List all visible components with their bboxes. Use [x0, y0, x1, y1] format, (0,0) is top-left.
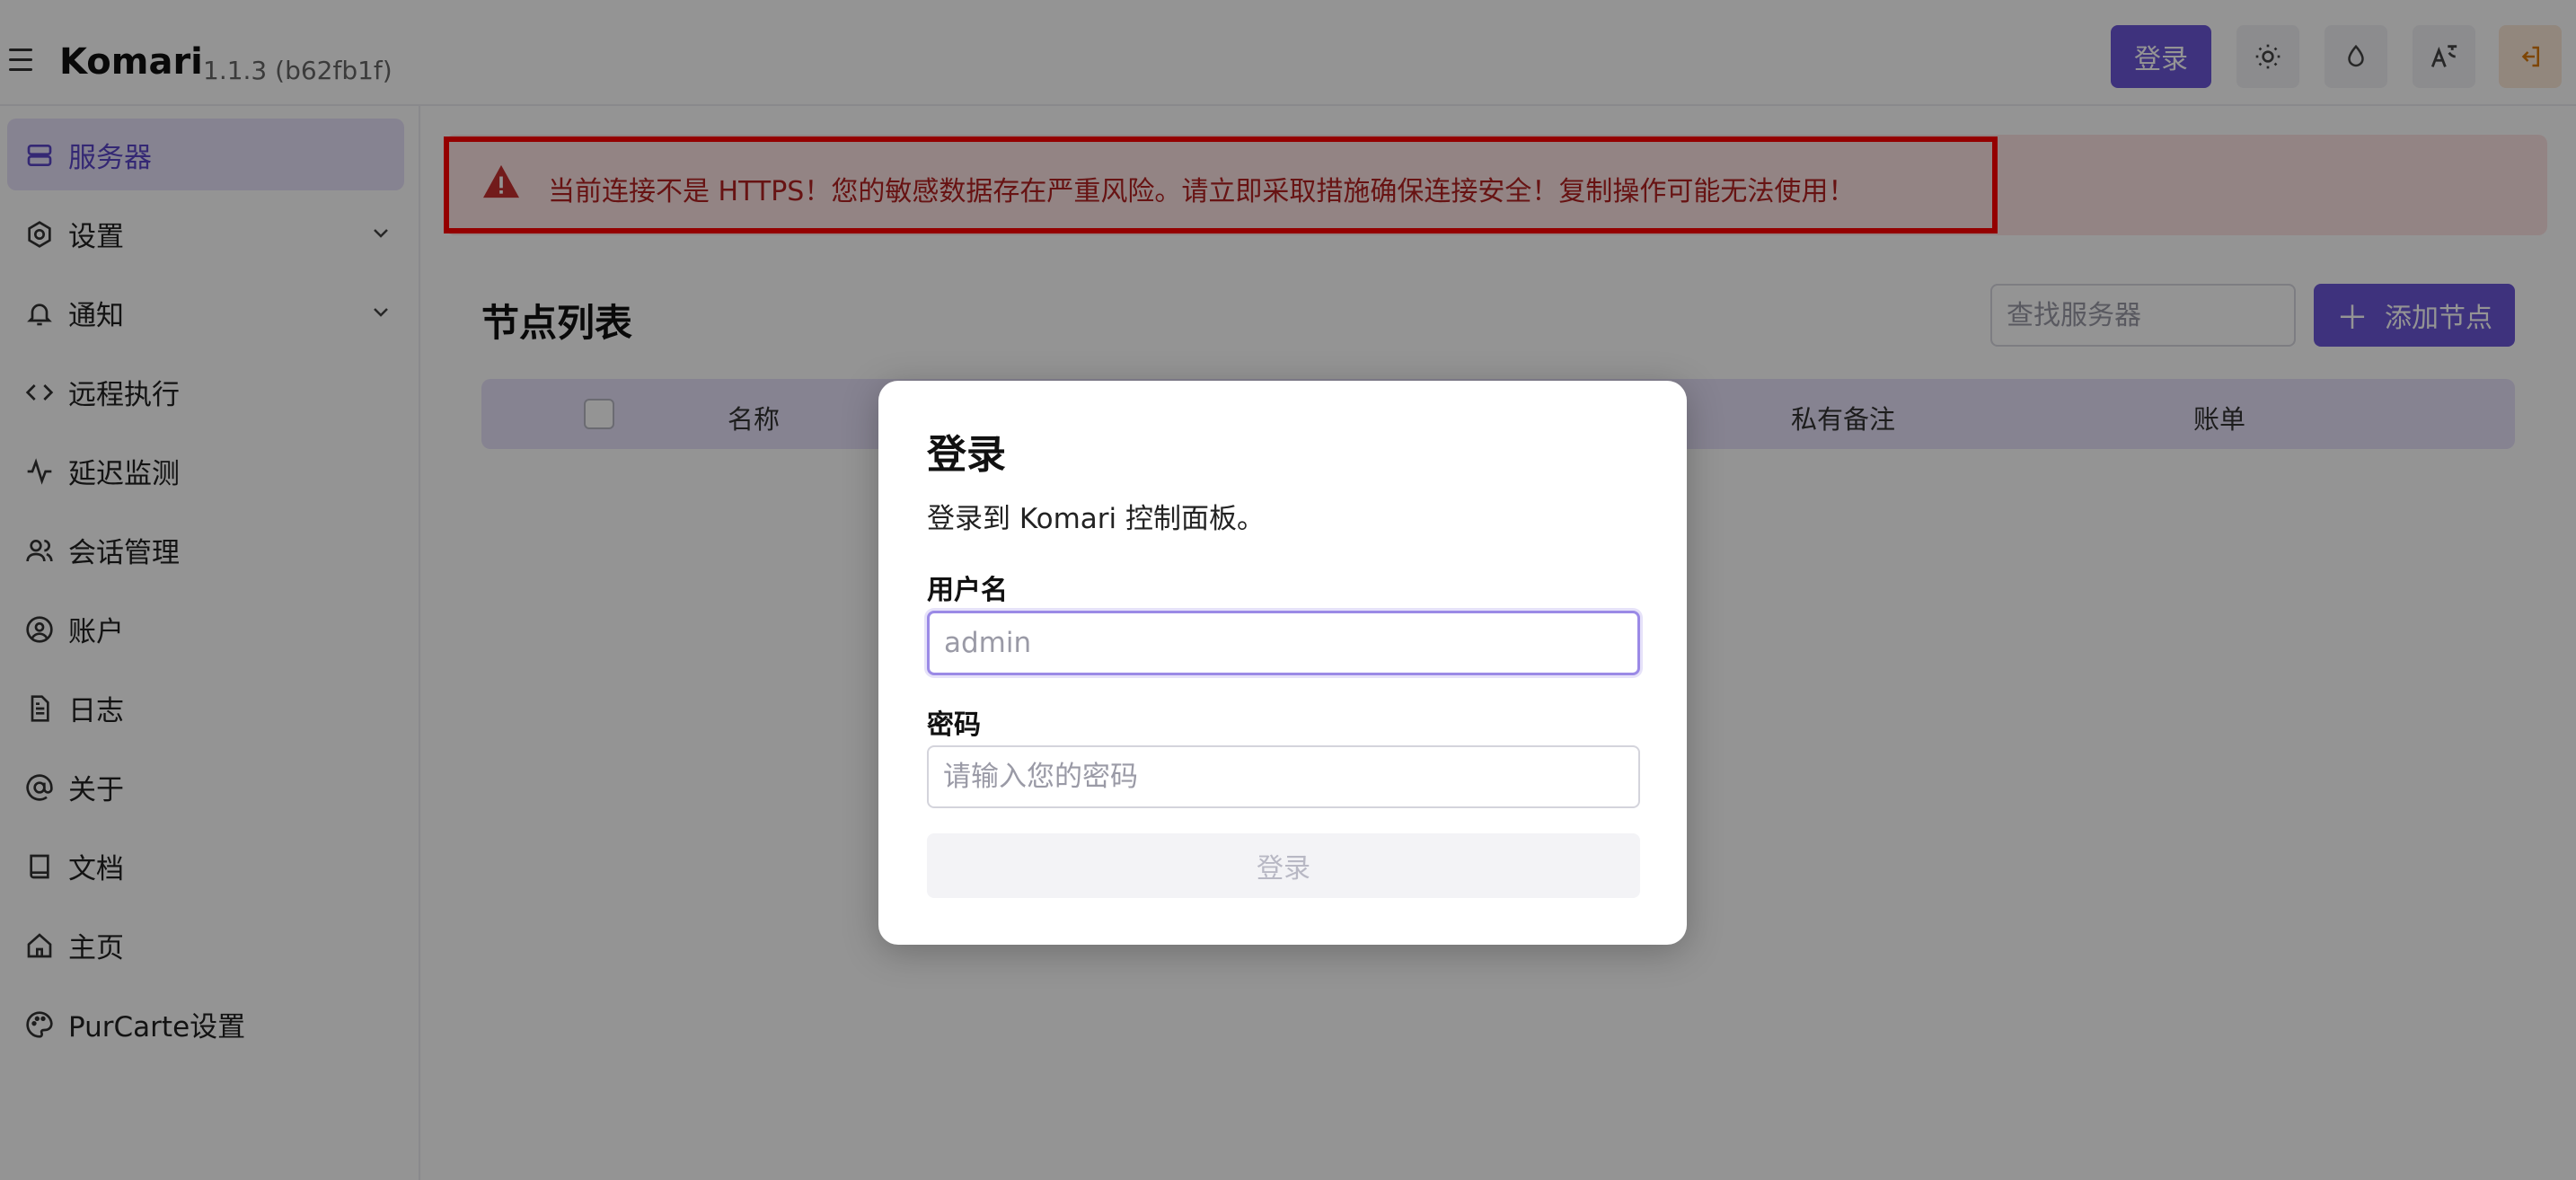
password-input[interactable] — [927, 745, 1640, 808]
login-submit-button[interactable]: 登录 — [927, 833, 1640, 898]
app-root: Komari 1.1.3 (b62fb1f) 登录 服务器 设置 通知 远程执行… — [0, 0, 2576, 1180]
username-label: 用户名 — [927, 575, 1008, 606]
username-input[interactable] — [927, 611, 1640, 675]
dialog-description: 登录到 Komari 控制面板。 — [927, 503, 1266, 535]
dialog-title: 登录 — [927, 432, 1006, 478]
password-label: 密码 — [927, 709, 981, 741]
login-dialog: 登录 登录到 Komari 控制面板。 用户名 密码 登录 — [878, 381, 1687, 945]
